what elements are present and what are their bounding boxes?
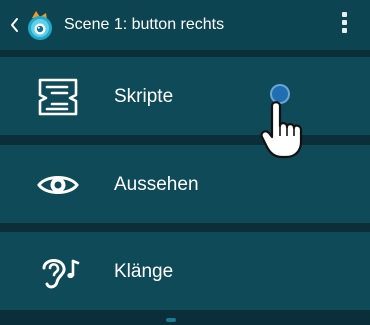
pointing-hand-icon xyxy=(260,101,303,159)
bottom-indicator xyxy=(166,318,176,322)
chevron-left-icon[interactable] xyxy=(8,15,22,35)
menu-item-scripts[interactable]: Skripte xyxy=(0,57,370,137)
bottom-bar xyxy=(0,314,370,325)
page-title: Scene 1: button rechts xyxy=(64,16,225,33)
menu-item-label: Aussehen xyxy=(114,174,199,195)
app-screen: Scene 1: button rechts Skripte Aussehen xyxy=(0,0,370,325)
menu-item-looks[interactable]: Aussehen xyxy=(0,145,370,225)
menu-item-sounds[interactable]: Klänge xyxy=(0,232,370,312)
menu-item-label: Klänge xyxy=(114,261,174,282)
scripts-icon xyxy=(38,78,78,116)
menu-item-label: Skripte xyxy=(114,86,174,107)
action-bar: Scene 1: button rechts xyxy=(0,0,370,50)
pocket-code-cat-icon[interactable] xyxy=(22,8,58,44)
overflow-menu-icon[interactable] xyxy=(338,12,350,38)
ear-music-icon xyxy=(42,259,80,289)
eye-icon xyxy=(37,176,79,194)
